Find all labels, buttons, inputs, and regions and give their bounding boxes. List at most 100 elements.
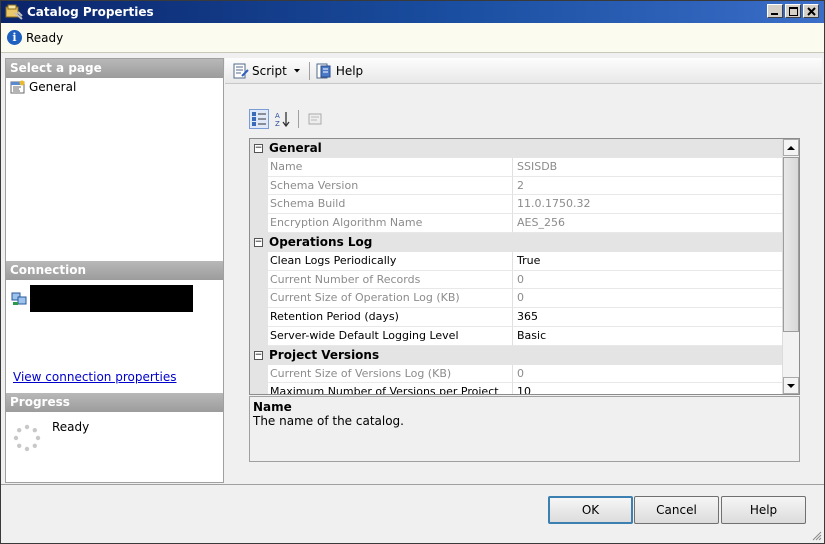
row-gutter (250, 251, 268, 271)
description-title: Name (253, 400, 292, 414)
status-bar: i Ready (1, 23, 824, 53)
collapse-icon[interactable]: − (254, 143, 263, 153)
progress-status: Ready (52, 420, 90, 434)
scroll-thumb[interactable] (783, 157, 799, 332)
ok-button[interactable]: OK (548, 496, 633, 524)
category-label: − General (250, 139, 322, 158)
page-item-label: General (29, 80, 77, 94)
script-button[interactable]: Script (229, 61, 290, 81)
property-grid: − General Name SSISDB Schema Version 2 Schema … (249, 138, 800, 395)
property-name: Current Size of Versions Log (KB) (268, 364, 513, 384)
page-item-general[interactable]: General (6, 78, 223, 96)
row-gutter (250, 176, 268, 196)
property-name: Current Number of Records (268, 270, 513, 290)
grid-toolbar-separator (298, 110, 299, 128)
close-button[interactable] (803, 4, 819, 18)
svg-text:Z: Z (275, 120, 280, 127)
row-gutter (250, 195, 268, 215)
collapse-icon[interactable]: − (254, 237, 263, 247)
connection-header: Connection (6, 261, 223, 280)
category-row[interactable]: − Project Versions (250, 345, 799, 365)
categorized-icon (252, 112, 266, 126)
property-row[interactable]: Clean Logs Periodically True (250, 251, 799, 271)
info-icon: i (7, 30, 22, 45)
property-grid-rows: − General Name SSISDB Schema Version 2 Schema … (250, 139, 799, 394)
progress-header: Progress (6, 393, 223, 412)
category-label: − Operations Log (250, 233, 372, 252)
property-pages-button[interactable] (305, 109, 325, 129)
properties-page-icon (10, 80, 25, 94)
property-row[interactable]: Server-wide Default Logging Level Basic (250, 326, 799, 346)
property-value: 0 (513, 271, 799, 290)
category-title: General (269, 141, 322, 156)
vertical-scrollbar[interactable] (782, 139, 799, 394)
status-text: Ready (26, 30, 64, 45)
content-area: A Z − General Name SSISDB Schema Version 2 Sch… (225, 85, 822, 483)
progress-section: Progress Ready (6, 393, 223, 461)
row-gutter (250, 214, 268, 233)
property-value[interactable]: 10 (513, 383, 799, 394)
catalog-properties-window: Catalog Properties i Ready Select a page (0, 0, 825, 544)
view-connection-properties-link[interactable]: View connection properties (13, 370, 176, 384)
category-title: Project Versions (269, 348, 380, 363)
catalog-properties-icon (5, 4, 23, 20)
help-dialog-button[interactable]: Help (721, 496, 806, 524)
property-name: Schema Build (268, 195, 513, 215)
property-name: Name (268, 157, 513, 177)
property-name: Server-wide Default Logging Level (268, 326, 513, 346)
row-gutter (250, 326, 268, 346)
property-row[interactable]: Current Size of Versions Log (KB) 0 (250, 364, 799, 384)
help-button[interactable]: Help (313, 61, 366, 81)
left-pane: Select a page General Connection View co… (5, 58, 224, 483)
help-icon (316, 63, 331, 78)
maximize-icon (788, 6, 798, 16)
property-row[interactable]: Maximum Number of Versions per Project 10 (250, 383, 799, 394)
category-label: − Project Versions (250, 346, 379, 365)
property-grid-toolbar: A Z (249, 109, 325, 129)
property-value[interactable]: True (513, 252, 799, 271)
chevron-down-icon (293, 68, 300, 72)
property-pages-icon (308, 113, 322, 125)
scroll-up-button[interactable] (783, 139, 799, 156)
cancel-button[interactable]: Cancel (634, 496, 719, 524)
property-row[interactable]: Current Size of Operation Log (KB) 0 (250, 289, 799, 309)
script-icon (233, 63, 249, 78)
property-name: Retention Period (days) (268, 308, 513, 327)
description-panel: Name The name of the catalog. (249, 396, 800, 462)
title-bar[interactable]: Catalog Properties (1, 1, 824, 23)
property-name: Current Size of Operation Log (KB) (268, 289, 513, 309)
row-gutter (250, 270, 268, 290)
progress-spinner-icon (13, 424, 41, 452)
row-gutter (250, 364, 268, 384)
scroll-down-icon (787, 383, 795, 388)
row-gutter (250, 383, 268, 394)
property-value: SSISDB (513, 158, 799, 177)
property-row[interactable]: Name SSISDB (250, 157, 799, 177)
categorized-button[interactable] (249, 109, 269, 129)
alphabetical-button[interactable]: A Z (272, 109, 292, 129)
alphabetical-sort-icon: A Z (275, 112, 290, 127)
category-row[interactable]: − General (250, 139, 799, 158)
property-value[interactable]: 365 (513, 308, 799, 327)
window-title: Catalog Properties (27, 5, 154, 19)
minimize-button[interactable] (767, 4, 783, 18)
toolbar-separator (308, 61, 310, 80)
scroll-up-icon (787, 145, 795, 150)
category-row[interactable]: − Operations Log (250, 232, 799, 252)
redacted-connection-name (30, 285, 193, 312)
property-row[interactable]: Retention Period (days) 365 (250, 308, 799, 327)
resize-grip-icon[interactable] (810, 529, 822, 541)
property-value: 0 (513, 289, 799, 309)
script-dropdown-button[interactable] (290, 66, 306, 76)
property-row[interactable]: Encryption Algorithm Name AES_256 (250, 214, 799, 233)
property-value[interactable]: Basic (513, 327, 799, 346)
property-row[interactable]: Schema Version 2 (250, 176, 799, 196)
select-page-header: Select a page (6, 59, 223, 78)
maximize-button[interactable] (785, 4, 801, 18)
property-row[interactable]: Current Number of Records 0 (250, 270, 799, 290)
scroll-down-button[interactable] (783, 377, 799, 394)
property-row[interactable]: Schema Build 11.0.1750.32 (250, 195, 799, 215)
collapse-icon[interactable]: − (254, 350, 263, 360)
row-gutter (250, 308, 268, 327)
property-value: 11.0.1750.32 (513, 195, 799, 215)
